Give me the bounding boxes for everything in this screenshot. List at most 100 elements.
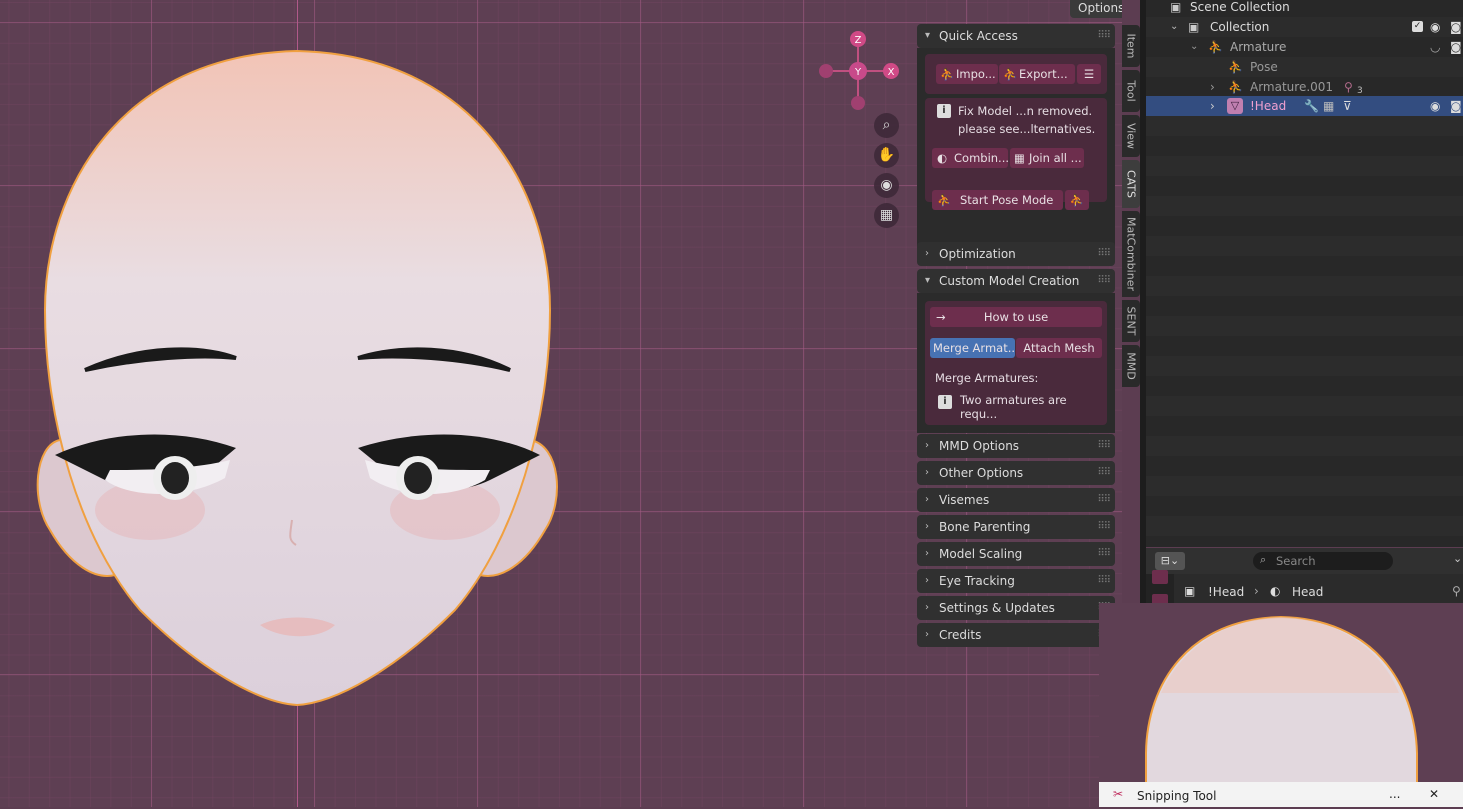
- pin-icon[interactable]: ⚲: [1452, 584, 1461, 598]
- gizmo-neg-x[interactable]: [819, 64, 833, 78]
- gizmo-y-label: Y: [854, 67, 862, 78]
- tab-matcombiner[interactable]: MatCombiner: [1122, 211, 1140, 297]
- tab-mmd[interactable]: MMD: [1122, 345, 1140, 387]
- tab-tool[interactable]: Tool: [1122, 70, 1140, 112]
- merge-armatures-tab[interactable]: Merge Armat...: [930, 338, 1015, 358]
- camera-icon[interactable]: ◙: [1450, 96, 1462, 116]
- outliner-row-pose[interactable]: ⛹ Pose: [1146, 57, 1463, 77]
- pose-armature-button[interactable]: ⛹: [1065, 190, 1089, 210]
- outliner-row-scene-collection[interactable]: ▣ Scene Collection: [1146, 0, 1463, 17]
- settings-updates-header[interactable]: › Settings & Updates ⠿⠿: [917, 596, 1115, 620]
- custom-model-box: → How to use Merge Armat... Attach Mesh …: [925, 301, 1107, 425]
- camera-icon[interactable]: ◉: [874, 173, 899, 198]
- info-icon: i: [937, 104, 951, 118]
- drag-grip-icon[interactable]: ⠿⠿: [1097, 461, 1111, 485]
- outliner-empty-row: [1146, 156, 1463, 176]
- outliner-row-head[interactable]: › ▽ !Head 🔧 ▦ ⊽ ◉ ◙: [1146, 96, 1463, 116]
- drag-grip-icon[interactable]: ⠿⠿: [1097, 434, 1111, 458]
- camera-icon[interactable]: ◙: [1450, 37, 1462, 57]
- drag-grip-icon[interactable]: ⠿⠿: [1097, 242, 1111, 266]
- more-options-button[interactable]: ...: [1389, 782, 1400, 807]
- export-button[interactable]: ⛹ Export...: [999, 64, 1075, 84]
- model-scaling-header[interactable]: › Model Scaling ⠿⠿: [917, 542, 1115, 566]
- chevron-right-icon[interactable]: ›: [1210, 77, 1215, 97]
- checkbox-icon[interactable]: ✓: [1412, 21, 1423, 32]
- mesh-data-icon[interactable]: ⊽: [1343, 96, 1352, 116]
- grid-icon[interactable]: ▦: [874, 203, 899, 228]
- zoom-icon[interactable]: ⌕: [874, 113, 899, 138]
- drag-grip-icon[interactable]: ⠿⠿: [1097, 24, 1111, 48]
- armature-icon: ⛹: [1003, 67, 1018, 81]
- tab-sent[interactable]: SENT: [1122, 300, 1140, 342]
- outliner-row-armature[interactable]: ⌄ ⛹ Armature ◡ ◙: [1146, 37, 1463, 57]
- chevron-down-icon[interactable]: ⌄: [1170, 17, 1178, 37]
- chevron-right-icon[interactable]: ›: [1210, 96, 1215, 116]
- tab-view[interactable]: View: [1122, 115, 1140, 157]
- outliner-empty-row: [1146, 296, 1463, 316]
- drag-grip-icon[interactable]: ⠿⠿: [1097, 269, 1111, 293]
- armature-label: Armature: [1230, 40, 1287, 54]
- arrow-right-icon: →: [936, 310, 946, 324]
- breadcrumb-object[interactable]: !Head: [1208, 585, 1244, 599]
- outliner-empty-row: [1146, 476, 1463, 496]
- eye-icon[interactable]: ◉: [1430, 17, 1440, 37]
- toggle-icon: ⊟⌄: [1160, 554, 1180, 567]
- combine-button[interactable]: ◐ Combin...: [932, 148, 1008, 168]
- tool-tab-icon[interactable]: [1152, 570, 1168, 584]
- chevron-down-icon: ▾: [925, 30, 931, 41]
- outliner-empty-row: [1146, 516, 1463, 536]
- editor-type-dropdown[interactable]: ⊟⌄: [1155, 552, 1185, 570]
- menu-button[interactable]: ☰: [1077, 64, 1101, 84]
- eye-closed-icon[interactable]: ◡: [1430, 37, 1440, 57]
- bone-parenting-header[interactable]: › Bone Parenting ⠿⠿: [917, 515, 1115, 539]
- join-all-button[interactable]: ▦ Join all ...: [1010, 148, 1084, 168]
- drag-grip-icon[interactable]: ⠿⠿: [1097, 542, 1111, 566]
- outliner-row-collection[interactable]: ⌄ ▣ Collection ✓ ◉ ◙: [1146, 17, 1463, 37]
- armature-icon: ⛹: [937, 193, 952, 207]
- chevron-down-icon[interactable]: ⌄: [1453, 552, 1462, 565]
- quick-access-header[interactable]: ▾ Quick Access ⠿⠿: [917, 24, 1115, 48]
- close-button[interactable]: ✕: [1429, 782, 1439, 807]
- merge-info-text: Two armatures are requ...: [960, 393, 1067, 421]
- vertex-groups-icon[interactable]: ▦: [1323, 96, 1334, 116]
- options-dropdown[interactable]: Options ⌄: [1070, 0, 1122, 18]
- collection-label: Collection: [1210, 20, 1270, 34]
- search-input[interactable]: ⌕ Search: [1253, 552, 1393, 570]
- chevron-down-icon[interactable]: ⌄: [1190, 37, 1198, 57]
- hand-icon[interactable]: ✋: [874, 143, 899, 168]
- info-text-line2: please see...lternatives.: [958, 122, 1096, 136]
- breadcrumb-data[interactable]: Head: [1292, 585, 1323, 599]
- how-to-use-button[interactable]: → How to use: [930, 307, 1102, 327]
- chevron-down-icon: ▾: [925, 275, 931, 286]
- join-all-label: Join all ...: [1029, 151, 1082, 165]
- wrench-icon[interactable]: 🔧: [1304, 96, 1319, 116]
- credits-header[interactable]: › Credits ⠿⠿: [917, 623, 1115, 647]
- tab-item[interactable]: Item: [1122, 25, 1140, 67]
- gizmo-neg-z[interactable]: [851, 96, 865, 110]
- mesh-icon: ▽: [1227, 98, 1243, 114]
- drag-grip-icon[interactable]: ⠿⠿: [1097, 488, 1111, 512]
- visemes-header[interactable]: › Visemes ⠿⠿: [917, 488, 1115, 512]
- other-options-header[interactable]: › Other Options ⠿⠿: [917, 461, 1115, 485]
- info-text-line1: Fix Model ...n removed.: [958, 104, 1093, 118]
- outliner-empty-row: [1146, 356, 1463, 376]
- mmd-options-header[interactable]: › MMD Options ⠿⠿: [917, 434, 1115, 458]
- tab-cats[interactable]: CATS: [1122, 160, 1140, 208]
- start-pose-mode-button[interactable]: ⛹ Start Pose Mode: [932, 190, 1063, 210]
- eye-icon[interactable]: ◉: [1430, 96, 1440, 116]
- attach-mesh-tab[interactable]: Attach Mesh: [1016, 338, 1102, 358]
- drag-grip-icon[interactable]: ⠿⠿: [1097, 515, 1111, 539]
- eye-tracking-header[interactable]: › Eye Tracking ⠿⠿: [917, 569, 1115, 593]
- collection-icon: ▣: [1188, 20, 1200, 34]
- custom-model-header[interactable]: ▾ Custom Model Creation ⠿⠿: [917, 269, 1115, 293]
- drag-grip-icon[interactable]: ⠿⠿: [1097, 569, 1111, 593]
- optimization-header[interactable]: › Optimization ⠿⠿: [917, 242, 1115, 266]
- 3d-viewport[interactable]: Options ⌄ Z Y X ⌕ ✋ ◉ ▦ ▾ Quick Access ⠿…: [0, 0, 1122, 807]
- snipping-tool-preview[interactable]: [1099, 603, 1463, 807]
- camera-icon[interactable]: ◙: [1450, 17, 1462, 37]
- armature-001-label: Armature.001: [1250, 80, 1334, 94]
- navigation-gizmo[interactable]: Z Y X: [815, 30, 905, 115]
- import-button[interactable]: ⛹ Impo...: [936, 64, 998, 84]
- snipping-tool-titlebar[interactable]: ✂ Snipping Tool ... ✕: [1099, 782, 1463, 807]
- outliner-row-armature-001[interactable]: › ⛹ Armature.001 ⚲ 3: [1146, 77, 1463, 97]
